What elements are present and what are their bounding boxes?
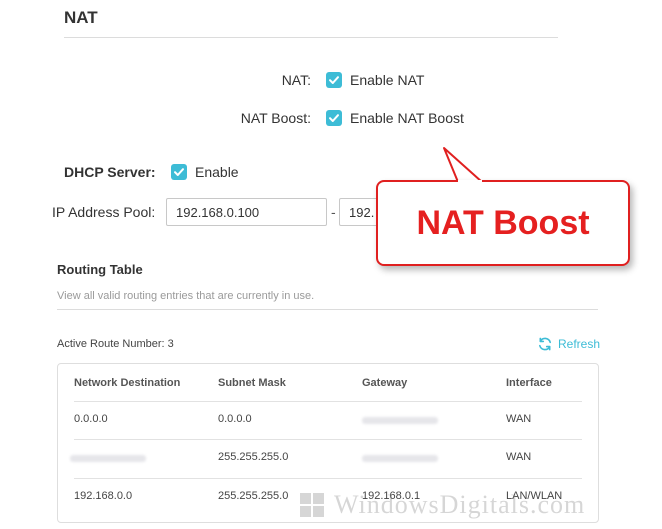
enable-nat-checkbox[interactable] [326,72,342,88]
checkmark-icon [329,114,339,122]
cell-network-destination-redacted [70,455,146,462]
section-title-nat: NAT [64,8,98,27]
routing-table-title: Routing Table [57,262,143,277]
enable-nat-boost-label: Enable NAT Boost [350,110,464,126]
callout-seam [458,180,482,183]
table-row: 0.0.0.0 0.0.0.0 WAN [58,401,598,439]
callout-text: NAT Boost [416,203,590,242]
nat-label: NAT: [281,72,311,88]
watermark-text: WindowsDigitals.com [334,490,586,519]
section-divider [64,37,558,38]
cell-gateway-redacted [362,417,438,424]
row-divider [74,401,582,402]
table-row: 255.255.255.0 WAN [58,439,598,477]
column-header-subnet-mask: Subnet Mask [218,377,286,389]
ip-pool-separator: - [331,204,336,220]
column-header-network-destination: Network Destination [74,377,181,389]
windows-logo-icon [300,493,324,517]
enable-nat-boost-checkbox[interactable] [326,110,342,126]
row-divider [74,478,582,479]
dhcp-enable-label: Enable [195,164,239,180]
ip-pool-label: IP Address Pool: [52,204,156,220]
cell-interface: WAN [506,451,532,463]
active-route-number: Active Route Number: 3 [57,338,174,350]
cell-subnet-mask: 255.255.255.0 [218,490,289,502]
routing-table-divider [57,309,598,310]
enable-nat-label: Enable NAT [350,72,425,88]
refresh-button[interactable]: Refresh [537,336,600,352]
refresh-icon [539,337,551,351]
cell-interface: WAN [506,413,532,425]
callout-pointer [443,147,483,183]
cell-gateway-redacted [362,455,438,462]
checkmark-icon [174,168,184,176]
column-header-gateway: Gateway [362,377,408,389]
cell-network-destination: 0.0.0.0 [74,413,108,425]
cell-network-destination: 192.168.0.0 [74,490,133,502]
checkmark-icon [329,76,339,84]
column-header-interface: Interface [506,377,552,389]
nat-boost-label: NAT Boost: [240,110,311,126]
refresh-label: Refresh [558,337,601,351]
dhcp-enable-checkbox[interactable] [171,164,187,180]
cell-subnet-mask: 0.0.0.0 [218,413,252,425]
dhcp-server-label: DHCP Server: [64,164,156,180]
routing-table-description: View all valid routing entries that are … [57,290,315,302]
cell-subnet-mask: 255.255.255.0 [218,451,289,463]
ip-pool-start-input[interactable]: 192.168.0.100 [166,198,327,226]
watermark: WindowsDigitals.com [300,490,585,520]
row-divider [74,439,582,440]
nat-boost-callout: NAT Boost [376,180,630,266]
